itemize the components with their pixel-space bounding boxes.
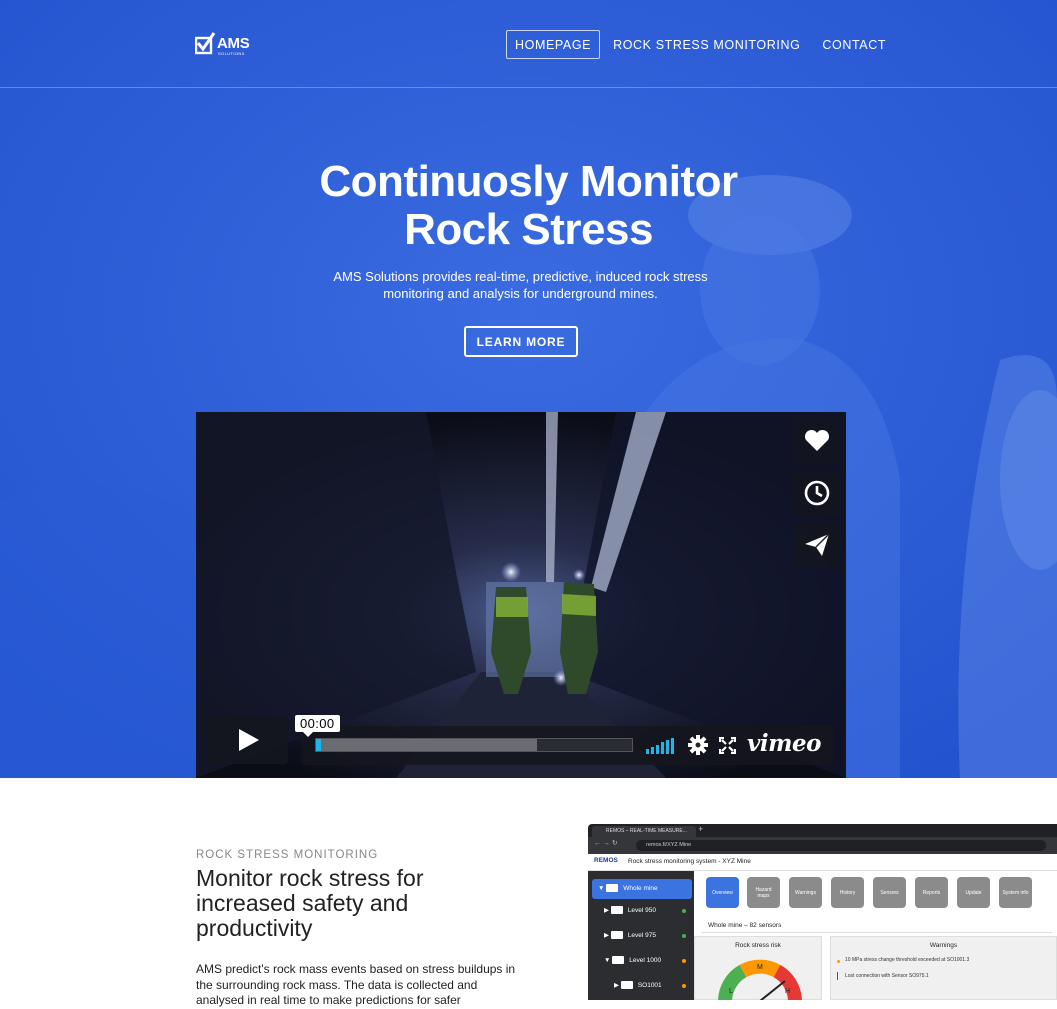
app-tab-history: History: [831, 877, 864, 908]
sidebar-label: Level 950: [627, 907, 657, 914]
nav-links: HOMEPAGE ROCK STRESS MONITORING CONTACT: [506, 30, 899, 59]
status-dot: [682, 909, 686, 913]
divider: [702, 932, 1052, 933]
sidebar-label: Level 1000: [629, 957, 662, 964]
video-progress-bar[interactable]: [315, 738, 633, 752]
warning-divider: [837, 972, 838, 980]
like-button[interactable]: [794, 418, 840, 464]
browser-url: remos.fi/XYZ Mine: [636, 840, 1046, 851]
browser-tab: REMOS – REAL-TIME MEASURE...: [592, 826, 696, 837]
expand-arrow-icon: ▶: [614, 982, 621, 989]
hero-subtitle-line-1: AMS Solutions provides real-time, predic…: [333, 269, 708, 284]
gauge-label-l: L: [729, 988, 733, 995]
section-kicker: ROCK STRESS MONITORING: [196, 849, 379, 861]
sidebar-item-level-1000: ▼ Level 1000: [604, 951, 692, 971]
warning-dot: [837, 960, 840, 963]
settings-gear-icon[interactable]: [688, 735, 708, 755]
fullscreen-icon[interactable]: [719, 737, 736, 754]
remos-app-screenshot: REMOS – REAL-TIME MEASURE... + ← → ↻ rem…: [588, 824, 1057, 1000]
folder-icon: [606, 884, 619, 893]
folder-icon: [612, 956, 625, 965]
video-player[interactable]: vimeo 00:00: [196, 412, 846, 778]
app-breadcrumb: Whole mine – 82 sensors: [708, 922, 782, 929]
hero-subtitle-line-2: monitoring and analysis for underground …: [383, 286, 658, 301]
nav-link-rock-stress-monitoring[interactable]: ROCK STRESS MONITORING: [604, 30, 809, 59]
status-dot: [682, 984, 686, 988]
sidebar-label: Whole mine: [623, 885, 658, 892]
play-icon: [239, 729, 259, 751]
send-icon: [805, 533, 830, 556]
hero-section: AMS SOLUTIONS HOMEPAGE ROCK STRESS MONIT…: [0, 0, 1057, 778]
gauge-label-m: M: [757, 964, 763, 971]
folder-icon: [620, 981, 633, 990]
app-tab-sensors: Sensors: [873, 877, 906, 908]
app-header: REMOS Rock stress monitoring system - XY…: [588, 854, 1057, 871]
learn-more-button[interactable]: LEARN MORE: [464, 326, 578, 357]
warning-item: 10 MPa stress change threshold exceeded …: [845, 957, 970, 963]
video-frame-mine-tunnel: [196, 412, 846, 778]
section-body: AMS predict's rock mass events based on …: [196, 962, 516, 1007]
sidebar-item-level-975: ▶ Level 975: [604, 926, 692, 946]
app-main: Overview Hazard maps Warnings History Se…: [694, 871, 1057, 1000]
sidebar-label: SO1001: [637, 982, 662, 989]
heart-icon: [804, 429, 830, 451]
sidebar-label: Level 975: [627, 932, 657, 939]
remos-logo: REMOS: [594, 857, 618, 864]
browser-address-bar: ← → ↻ remos.fi/XYZ Mine: [588, 837, 1057, 854]
video-controls-bar: vimeo: [301, 726, 834, 765]
sidebar-item-whole-mine: ▼ Whole mine: [592, 879, 692, 899]
app-tab-update: Update: [957, 877, 990, 908]
app-tab-hazard-maps: Hazard maps: [747, 877, 780, 908]
expand-arrow-icon: ▼: [598, 885, 607, 892]
status-dot: [682, 934, 686, 938]
warnings-panel-title: Warnings: [929, 942, 958, 949]
risk-gauge: M L H: [718, 959, 802, 1000]
status-dot: [682, 959, 686, 963]
hero-title: Continuosly Monitor Rock Stress: [0, 158, 1057, 254]
expand-arrow-icon: ▶: [604, 932, 611, 939]
browser-tab-bar: REMOS – REAL-TIME MEASURE... +: [588, 824, 1057, 837]
logo-text: AMS: [217, 35, 250, 52]
hero-title-line-1: Continuosly Monitor: [319, 157, 738, 206]
folder-icon: [610, 906, 623, 915]
risk-panel-title: Rock stress risk: [735, 942, 781, 949]
app-tab-overview: Overview: [706, 877, 739, 908]
watch-later-button[interactable]: [794, 470, 840, 516]
nav-link-homepage[interactable]: HOMEPAGE: [506, 30, 601, 59]
hero-title-line-2: Rock Stress: [404, 205, 653, 254]
share-button[interactable]: [794, 522, 840, 568]
progress-played: [316, 739, 321, 751]
expand-arrow-icon: ▶: [604, 907, 611, 914]
app-tab-warnings: Warnings: [789, 877, 822, 908]
expand-arrow-icon: ▼: [604, 957, 613, 964]
app-header-title: Rock stress monitoring system - XYZ Mine: [628, 858, 751, 865]
volume-icon[interactable]: [646, 738, 676, 754]
play-button[interactable]: [208, 716, 288, 764]
hero-subtitle: AMS Solutions provides real-time, predic…: [0, 268, 1041, 302]
sidebar-item-level-950: ▶ Level 950: [604, 901, 692, 921]
nav-link-contact[interactable]: CONTACT: [813, 30, 895, 59]
app-tab-system-info: System info: [999, 877, 1032, 908]
progress-buffered: [316, 739, 538, 751]
sidebar-item-so1001: ▶ SO1001: [614, 976, 692, 996]
checkbox-logo-icon: [195, 32, 216, 55]
section-title: Monitor rock stress for increased safety…: [196, 865, 424, 941]
risk-panel: Rock stress risk M L H: [694, 936, 822, 1000]
warnings-panel: Warnings 10 MPa stress change threshold …: [830, 936, 1057, 1000]
folder-icon: [610, 931, 623, 940]
app-tab-reports: Reports: [915, 877, 948, 908]
app-sidebar: ▼ Whole mine ▶ Level 950 ▶ Level 975 ▼ L…: [588, 871, 694, 1000]
vimeo-logo[interactable]: vimeo: [747, 730, 821, 757]
gauge-label-h: H: [785, 988, 790, 995]
nav-arrows-icon: ← → ↻: [594, 840, 618, 847]
video-time-tooltip: 00:00: [295, 715, 340, 737]
warning-item: Lost connection with Sensor SO975.1: [845, 973, 929, 979]
logo-subtext: SOLUTIONS: [218, 51, 245, 56]
top-navigation: AMS SOLUTIONS HOMEPAGE ROCK STRESS MONIT…: [0, 0, 1057, 88]
new-tab-icon: +: [698, 824, 704, 834]
clock-icon: [804, 480, 830, 506]
ams-logo[interactable]: AMS SOLUTIONS: [195, 28, 255, 58]
